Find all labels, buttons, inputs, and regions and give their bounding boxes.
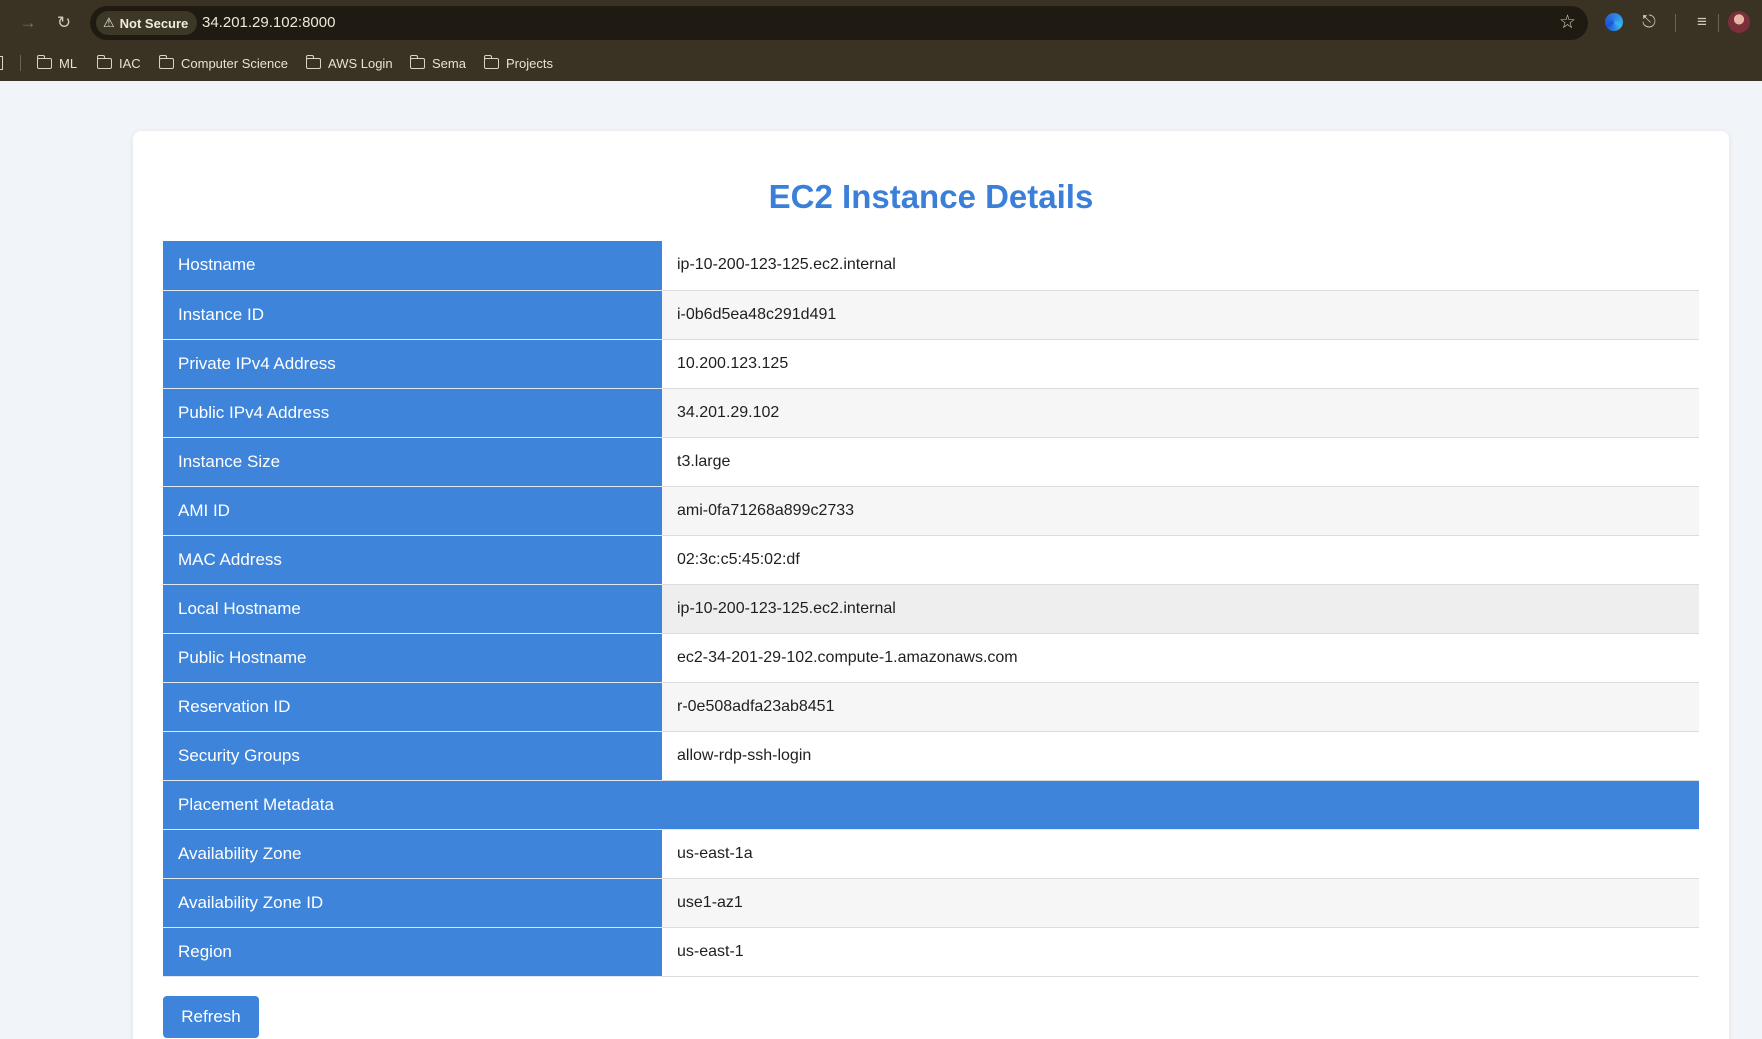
bookmark-folder-sema[interactable]: Sema — [409, 50, 466, 76]
row-label: Local Hostname — [163, 584, 662, 634]
row-label: MAC Address — [163, 535, 662, 585]
table-row: AMI ID ami-0fa71268a899c2733 — [163, 486, 1699, 536]
table-row: Public IPv4 Address 34.201.29.102 — [163, 388, 1699, 438]
bookmark-folder-aws-login[interactable]: AWS Login — [305, 50, 393, 76]
table-row: Availability Zone ID use1-az1 — [163, 878, 1699, 928]
bookmark-label: Projects — [506, 55, 553, 71]
bookmark-label: ML — [59, 55, 78, 71]
row-label: Public Hostname — [163, 633, 662, 683]
table-row: Availability Zone us-east-1a — [163, 829, 1699, 879]
folder-icon — [158, 54, 174, 69]
row-value: allow-rdp-ssh-login — [662, 731, 1699, 781]
row-label: Instance ID — [163, 290, 662, 340]
folder-icon — [483, 54, 499, 69]
row-label: Availability Zone ID — [163, 878, 662, 928]
row-value: ip-10-200-123-125.ec2.internal — [662, 241, 1699, 291]
address-bar[interactable]: ⚠ Not Secure 34.201.29.102:8000 ☆ — [90, 6, 1588, 40]
bookmark-label: Computer Science — [181, 55, 288, 71]
row-label: Reservation ID — [163, 682, 662, 732]
copilot-icon[interactable] — [1602, 10, 1626, 34]
table-row: MAC Address 02:3c:c5:45:02:df — [163, 535, 1699, 585]
folder-icon — [305, 54, 321, 69]
section-heading: Placement Metadata — [163, 780, 1699, 830]
security-label: Not Secure — [119, 15, 189, 31]
row-label: Region — [163, 927, 662, 977]
table-row: Instance ID i-0b6d5ea48c291d491 — [163, 290, 1699, 340]
table-row: Local Hostname ip-10-200-123-125.ec2.int… — [163, 584, 1699, 634]
bookmark-folder-ml[interactable]: ML — [36, 50, 78, 76]
bookmark-folder-iac[interactable]: IAC — [96, 50, 141, 76]
table-row: Instance Size t3.large — [163, 437, 1699, 487]
instance-details-table: Hostname ip-10-200-123-125.ec2.internal … — [163, 241, 1699, 977]
row-label: Security Groups — [163, 731, 662, 781]
bookmarks-bar: ML IAC Computer Science AWS Login Sema P… — [0, 50, 1762, 76]
row-label: Instance Size — [163, 437, 662, 487]
row-value: r-0e508adfa23ab8451 — [662, 682, 1699, 732]
row-value: use1-az1 — [662, 878, 1699, 928]
row-value: ip-10-200-123-125.ec2.internal — [662, 584, 1699, 634]
row-value: us-east-1a — [662, 829, 1699, 879]
forward-icon[interactable]: → — [16, 11, 40, 35]
bookmark-label: Sema — [432, 55, 466, 71]
bookmark-label: IAC — [119, 55, 141, 71]
row-label: Availability Zone — [163, 829, 662, 879]
bookmark-label: AWS Login — [328, 55, 393, 71]
folder-icon — [409, 54, 425, 69]
extensions-icon[interactable]: ⎋ — [1637, 10, 1661, 34]
table-row: Reservation ID r-0e508adfa23ab8451 — [163, 682, 1699, 732]
row-value: t3.large — [662, 437, 1699, 487]
browser-chrome: → ↻ ⚠ Not Secure 34.201.29.102:8000 ☆ ⎋ … — [0, 0, 1762, 81]
table-row: Security Groups allow-rdp-ssh-login — [163, 731, 1699, 781]
profile-avatar[interactable] — [1728, 11, 1750, 33]
row-value: 10.200.123.125 — [662, 339, 1699, 389]
row-label: AMI ID — [163, 486, 662, 536]
toolbar-divider — [1718, 14, 1719, 32]
row-value: ec2-34-201-29-102.compute-1.amazonaws.co… — [662, 633, 1699, 683]
bookmark-folder-computer-science[interactable]: Computer Science — [158, 50, 288, 76]
security-indicator[interactable]: ⚠ Not Secure — [96, 11, 198, 35]
details-card: EC2 Instance Details Hostname ip-10-200-… — [133, 131, 1729, 1039]
folder-icon — [36, 54, 52, 69]
table-row: Region us-east-1 — [163, 927, 1699, 977]
bookmark-star-icon[interactable]: ☆ — [1559, 11, 1576, 34]
section-header-row: Placement Metadata — [163, 780, 1699, 830]
reload-icon[interactable]: ↻ — [52, 11, 76, 35]
refresh-button[interactable]: Refresh — [163, 996, 259, 1038]
browser-toolbar: → ↻ ⚠ Not Secure 34.201.29.102:8000 ☆ ⎋ … — [0, 0, 1762, 46]
toolbar-divider — [1675, 14, 1676, 32]
bookmark-folder-projects[interactable]: Projects — [483, 50, 553, 76]
row-value: ami-0fa71268a899c2733 — [662, 486, 1699, 536]
row-label: Hostname — [163, 241, 662, 291]
page-title: EC2 Instance Details — [768, 178, 1094, 215]
row-label: Private IPv4 Address — [163, 339, 662, 389]
row-value: 02:3c:c5:45:02:df — [662, 535, 1699, 585]
table-row: Hostname ip-10-200-123-125.ec2.internal — [163, 241, 1699, 291]
url-text[interactable]: 34.201.29.102:8000 — [202, 14, 335, 31]
reading-list-icon[interactable]: ≡ — [1690, 10, 1714, 34]
row-label: Public IPv4 Address — [163, 388, 662, 438]
row-value: 34.201.29.102 — [662, 388, 1699, 438]
row-value: i-0b6d5ea48c291d491 — [662, 290, 1699, 340]
warning-icon: ⚠ — [103, 15, 115, 30]
table-row: Public Hostname ec2-34-201-29-102.comput… — [163, 633, 1699, 683]
table-row: Private IPv4 Address 10.200.123.125 — [163, 339, 1699, 389]
row-value: us-east-1 — [662, 927, 1699, 977]
folder-icon — [96, 54, 112, 69]
